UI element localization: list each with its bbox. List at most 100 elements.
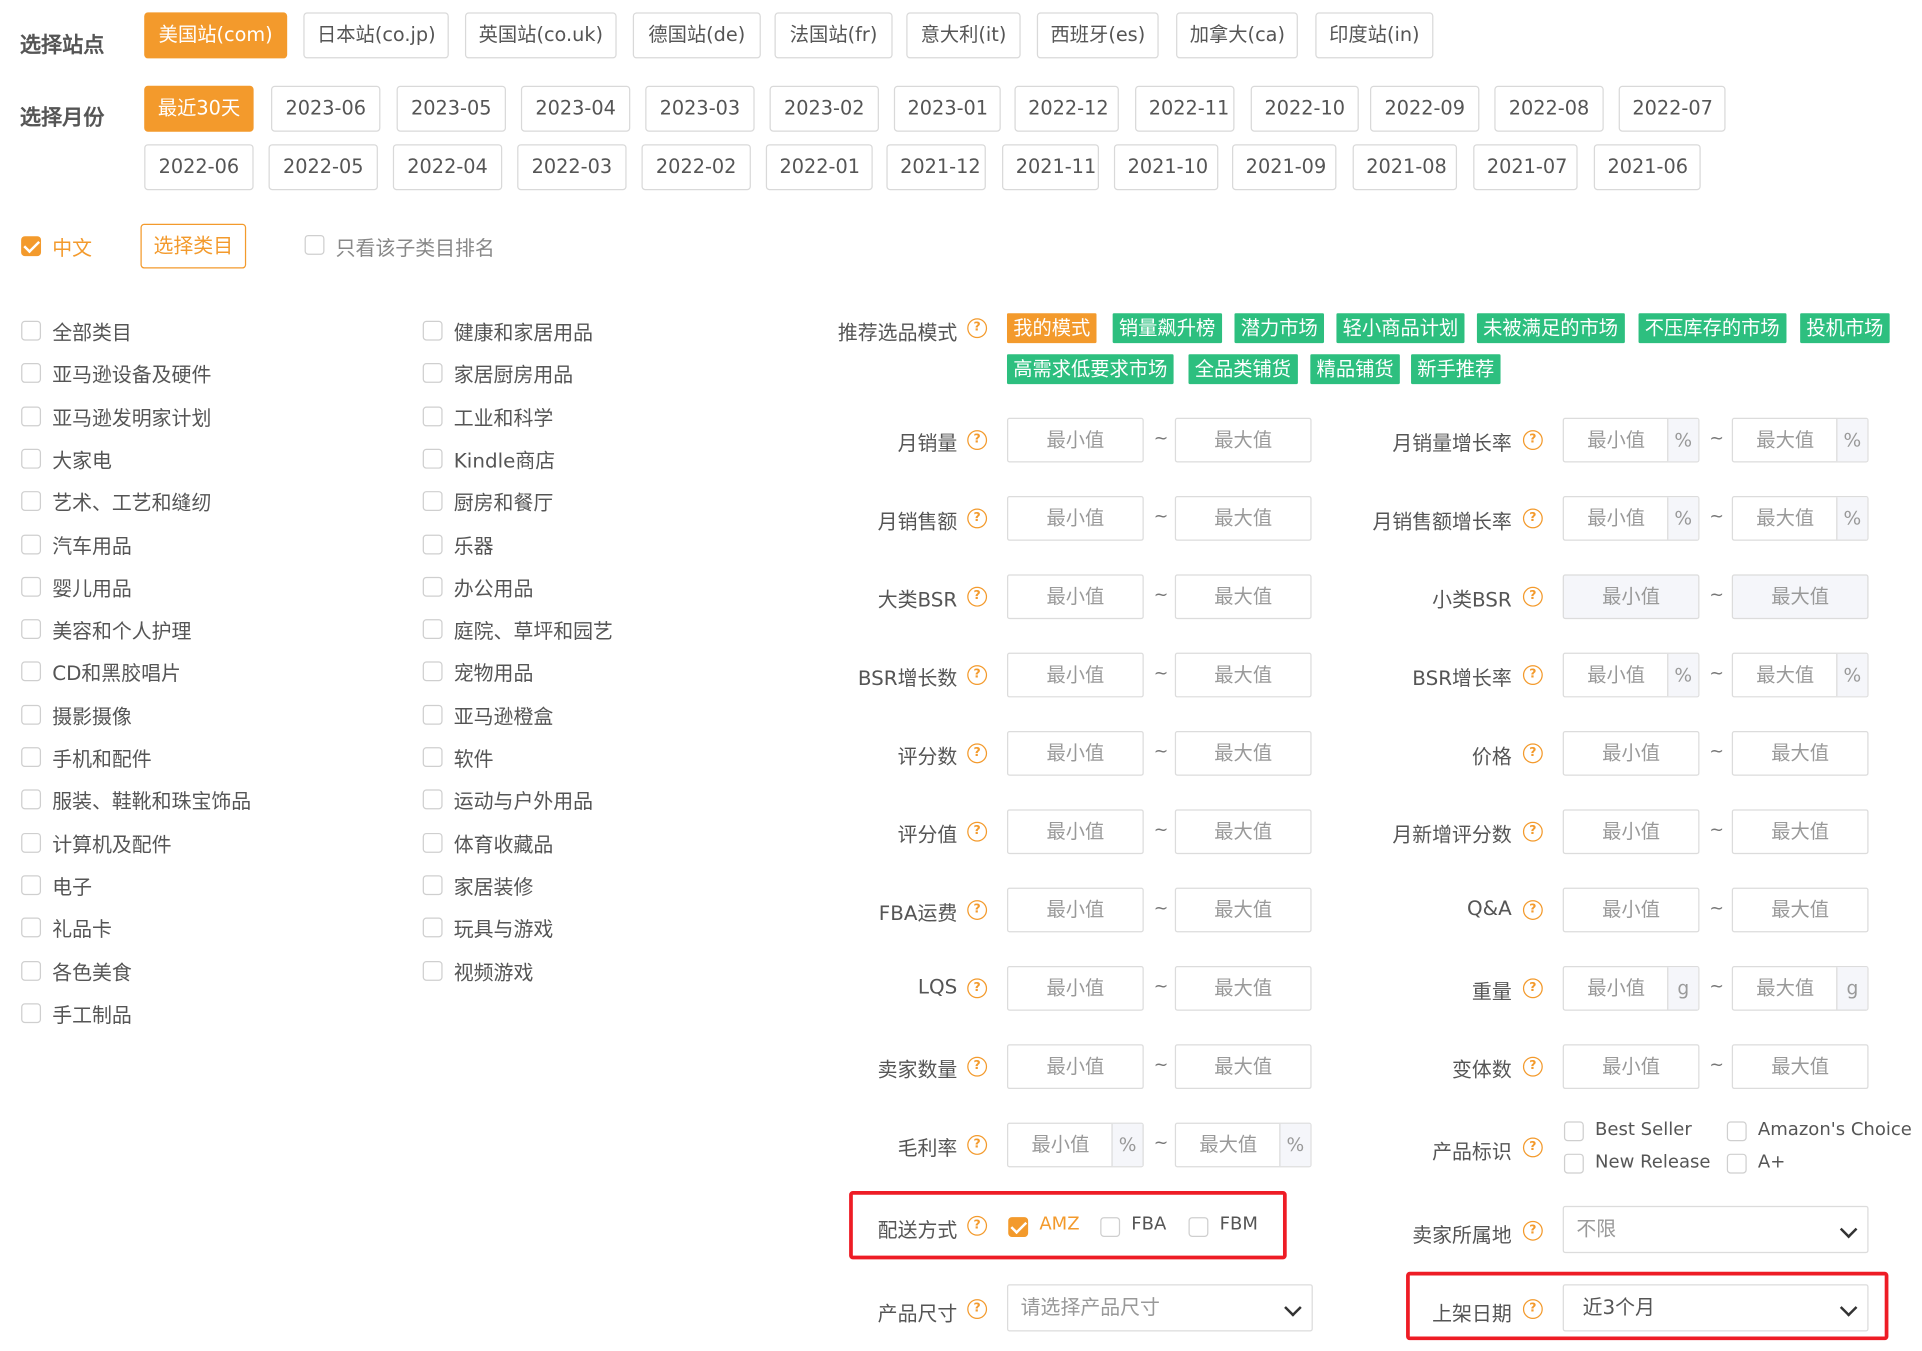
help-icon[interactable]: ? [967, 508, 988, 529]
month-option[interactable]: 2023-04 [520, 85, 631, 132]
filter-left-4-max-input[interactable]: 最大值 [1174, 731, 1312, 776]
recommend-tag[interactable]: 未被满足的市场 [1476, 313, 1625, 344]
seller-location-select[interactable]: 不限 [1562, 1205, 1869, 1254]
filter-left-5-min-input[interactable]: 最小值 [1006, 809, 1144, 855]
month-option[interactable]: 2021-06 [1593, 144, 1701, 191]
category-checkbox[interactable] [422, 832, 443, 853]
month-option[interactable]: 2022-02 [641, 144, 751, 191]
help-icon[interactable]: ? [967, 978, 988, 999]
help-icon[interactable]: ? [967, 743, 988, 764]
filter-left-3-min-input[interactable]: 最小值 [1006, 652, 1144, 698]
help-icon[interactable]: ? [1522, 978, 1543, 999]
help-icon[interactable]: ? [967, 821, 988, 842]
category-checkbox[interactable] [422, 533, 443, 554]
category-checkbox[interactable] [21, 619, 42, 640]
product-badge-help-icon[interactable]: ? [1522, 1137, 1543, 1158]
category-checkbox[interactable] [21, 960, 42, 981]
recommend-tag[interactable]: 精品铺货 [1310, 354, 1400, 385]
month-option[interactable]: 2021-07 [1473, 144, 1578, 191]
product-size-select[interactable]: 请选择产品尺寸 [1006, 1284, 1313, 1332]
a-plus-checkbox[interactable] [1726, 1153, 1747, 1174]
product-size-help-icon[interactable]: ? [967, 1299, 988, 1320]
filter-right-0-min-input[interactable]: 最小值% [1562, 417, 1700, 463]
site-option[interactable]: 意大利(it) [906, 12, 1021, 59]
filter-right-1-min-input[interactable]: 最小值% [1562, 496, 1700, 541]
help-icon[interactable]: ? [1522, 821, 1543, 842]
recommend-help-icon[interactable]: ? [967, 318, 988, 339]
month-option[interactable]: 2022-07 [1618, 85, 1726, 132]
new-release-checkbox[interactable] [1563, 1153, 1584, 1174]
filter-right-6-min-input[interactable]: 最小值 [1562, 887, 1700, 933]
category-checkbox[interactable] [422, 661, 443, 682]
filter-right-4-max-input[interactable]: 最大值 [1731, 731, 1869, 776]
filter-left-1-max-input[interactable]: 最大值 [1174, 496, 1312, 541]
filter-left-3-max-input[interactable]: 最大值 [1174, 652, 1312, 698]
filter-left-5-max-input[interactable]: 最大值 [1174, 809, 1312, 855]
help-icon[interactable]: ? [967, 430, 988, 451]
help-icon[interactable]: ? [967, 665, 988, 686]
category-checkbox[interactable] [422, 576, 443, 597]
select-category-button[interactable]: 选择类目 [140, 223, 247, 269]
filter-right-2-min-input[interactable]: 最小值 [1562, 574, 1700, 620]
month-option[interactable]: 2022-08 [1494, 85, 1604, 132]
category-checkbox[interactable] [422, 875, 443, 895]
category-checkbox[interactable] [422, 747, 443, 768]
filter-left-7-min-input[interactable]: 最小值 [1006, 965, 1144, 1011]
filter-right-3-max-input[interactable]: 最大值% [1731, 652, 1869, 698]
recommend-tag[interactable]: 投机市场 [1800, 313, 1890, 344]
month-option[interactable]: 最近30天 [144, 85, 254, 132]
category-checkbox[interactable] [21, 1003, 42, 1023]
category-checkbox[interactable] [422, 789, 443, 810]
month-option[interactable]: 2023-01 [893, 85, 1001, 132]
category-checkbox[interactable] [422, 320, 443, 341]
help-icon[interactable]: ? [1522, 586, 1543, 607]
site-option[interactable]: 德国站(de) [632, 12, 761, 59]
recommend-tag[interactable]: 轻小商品计划 [1336, 313, 1465, 344]
category-checkbox[interactable] [21, 533, 42, 554]
filter-right-8-min-input[interactable]: 最小值 [1562, 1044, 1700, 1090]
filter-right-4-min-input[interactable]: 最小值 [1562, 731, 1700, 776]
help-icon[interactable]: ? [1522, 665, 1543, 686]
recommend-tag[interactable]: 高需求低要求市场 [1006, 354, 1174, 385]
category-checkbox[interactable] [422, 704, 443, 725]
filter-right-7-min-input[interactable]: 最小值 g [1562, 965, 1700, 1011]
category-checkbox[interactable] [21, 747, 42, 768]
filter-left-9-max-input[interactable]: 最大值% [1174, 1122, 1312, 1168]
filter-right-8-max-input[interactable]: 最大值 [1731, 1044, 1869, 1090]
site-option[interactable]: 加拿大(ca) [1176, 12, 1298, 59]
category-checkbox[interactable] [21, 875, 42, 895]
category-checkbox[interactable] [422, 960, 443, 981]
filter-left-2-max-input[interactable]: 最大值 [1174, 574, 1312, 620]
help-icon[interactable]: ? [1522, 743, 1543, 764]
site-option[interactable]: 日本站(co.jp) [303, 12, 449, 59]
category-checkbox[interactable] [422, 363, 443, 384]
seller-location-help-icon[interactable]: ? [1522, 1220, 1543, 1241]
filter-right-3-min-input[interactable]: 最小值% [1562, 652, 1700, 698]
recommend-tag[interactable]: 新手推荐 [1411, 354, 1501, 385]
month-option[interactable]: 2022-09 [1370, 85, 1480, 132]
filter-right-5-min-input[interactable]: 最小值 [1562, 809, 1700, 855]
filter-left-9-min-input[interactable]: 最小值% [1006, 1122, 1144, 1168]
recommend-tag[interactable]: 全品类铺货 [1188, 354, 1298, 385]
filter-left-8-min-input[interactable]: 最小值 [1006, 1044, 1144, 1090]
filter-left-4-min-input[interactable]: 最小值 [1006, 731, 1144, 776]
help-icon[interactable]: ? [967, 900, 988, 920]
category-checkbox[interactable] [21, 789, 42, 810]
only-subcategory-checkbox[interactable] [304, 234, 325, 255]
filter-left-6-max-input[interactable]: 最大值 [1174, 887, 1312, 933]
filter-left-1-min-input[interactable]: 最小值 [1006, 496, 1144, 541]
category-checkbox[interactable] [422, 917, 443, 938]
category-checkbox[interactable] [422, 448, 443, 469]
amazons-choice-checkbox[interactable] [1726, 1121, 1747, 1142]
help-icon[interactable]: ? [1522, 900, 1543, 920]
category-checkbox[interactable] [21, 576, 42, 597]
category-checkbox[interactable] [21, 491, 42, 512]
month-option[interactable]: 2021-08 [1352, 144, 1458, 191]
month-option[interactable]: 2022-11 [1135, 85, 1235, 132]
month-option[interactable]: 2023-05 [396, 85, 506, 132]
help-icon[interactable]: ? [1522, 1056, 1543, 1077]
month-option[interactable]: 2021-09 [1232, 144, 1337, 191]
month-option[interactable]: 2022-06 [144, 144, 254, 191]
category-checkbox[interactable] [21, 917, 42, 938]
category-checkbox[interactable] [422, 491, 443, 512]
